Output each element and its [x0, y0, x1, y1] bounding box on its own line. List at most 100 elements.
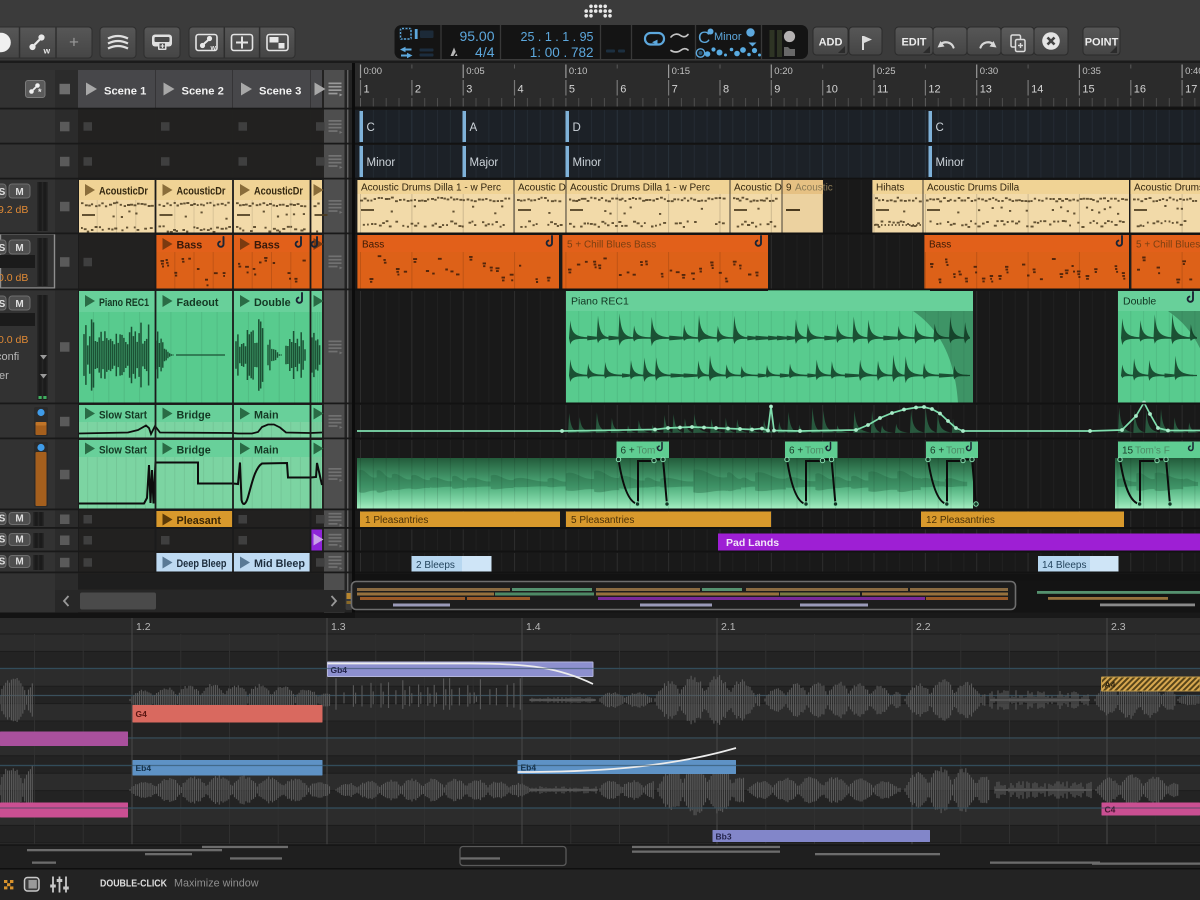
svg-text:Slow Start: Slow Start	[99, 410, 147, 422]
svg-text:Main: Main	[254, 445, 279, 457]
svg-text:G4: G4	[136, 709, 148, 719]
svg-text:5 Pleasantries: 5 Pleasantries	[571, 515, 634, 526]
svg-text:C4: C4	[1105, 805, 1116, 815]
svg-text:17: 17	[1185, 84, 1197, 96]
svg-text:DOUBLE-CLICK: DOUBLE-CLICK	[100, 879, 167, 890]
svg-text:9: 9	[786, 183, 792, 194]
svg-text:M: M	[15, 557, 23, 568]
svg-text:w: w	[43, 46, 51, 56]
svg-text:EDIT: EDIT	[901, 37, 926, 49]
svg-text:M: M	[15, 535, 23, 546]
svg-text:4: 4	[518, 84, 524, 96]
svg-text:A4: A4	[1105, 680, 1116, 690]
svg-text:Minor: Minor	[573, 157, 602, 169]
svg-text:1: 00 . 782: 1: 00 . 782	[530, 45, 594, 60]
svg-text:Acoustic Drums Dilla 1 - w Per: Acoustic Drums Dilla 1 - w Perc	[570, 183, 710, 194]
svg-text:Eb4: Eb4	[136, 763, 152, 773]
svg-text:5 + Chill Blues Bass: 5 + Chill Blues Bass	[567, 240, 656, 251]
svg-text:95.00: 95.00	[459, 28, 494, 44]
svg-text:2: 2	[415, 84, 421, 96]
svg-text:Tom’: Tom’	[637, 446, 658, 457]
svg-text:4/4: 4/4	[475, 44, 495, 60]
svg-text:Piano REC1: Piano REC1	[99, 297, 149, 309]
svg-text:Slow Start: Slow Start	[99, 445, 147, 457]
svg-text:Scene 3: Scene 3	[259, 86, 301, 98]
svg-text:C: C	[936, 122, 944, 134]
svg-text:Eb4: Eb4	[521, 763, 537, 773]
svg-text:Minor: Minor	[714, 31, 742, 43]
svg-text:Acoustic D: Acoustic D	[734, 183, 782, 194]
svg-text:Scene 1: Scene 1	[104, 86, 146, 98]
svg-text:0:00: 0:00	[364, 66, 383, 77]
svg-text:2.3: 2.3	[1111, 621, 1126, 633]
svg-text:1.4: 1.4	[526, 621, 541, 633]
svg-text:6 +: 6 +	[789, 446, 803, 457]
svg-text:Bass: Bass	[177, 240, 203, 252]
svg-text:*: *	[38, 87, 42, 97]
svg-text:2 Bleeps: 2 Bleeps	[416, 560, 455, 571]
svg-text:M: M	[15, 187, 23, 198]
svg-text:Hihats: Hihats	[876, 183, 904, 194]
svg-text:13: 13	[980, 84, 992, 96]
svg-text:6: 6	[620, 84, 626, 96]
svg-text:A: A	[470, 122, 478, 134]
svg-text:16: 16	[1134, 84, 1146, 96]
svg-text:0:20: 0:20	[774, 66, 793, 77]
svg-text:AcousticDr: AcousticDr	[99, 186, 149, 198]
svg-text:S: S	[0, 557, 6, 568]
svg-text:7: 7	[672, 84, 678, 96]
svg-text:ter: ter	[0, 370, 9, 382]
svg-text:Deep Bleep: Deep Bleep	[177, 558, 227, 570]
svg-text:POINT: POINT	[1085, 37, 1119, 49]
svg-text:9: 9	[774, 84, 780, 96]
svg-text:w: w	[210, 45, 217, 52]
svg-text:Double: Double	[254, 297, 291, 309]
svg-text:Acoustic D: Acoustic D	[518, 183, 566, 194]
svg-text:8: 8	[723, 84, 729, 96]
svg-text:1.3: 1.3	[331, 621, 346, 633]
svg-text:C: C	[367, 122, 375, 134]
svg-text:M: M	[15, 514, 23, 525]
svg-text:Bridge: Bridge	[177, 445, 211, 457]
svg-text:S: S	[0, 514, 6, 525]
svg-text:11: 11	[877, 84, 888, 96]
svg-text:Maximize window: Maximize window	[174, 878, 259, 890]
svg-text:Double: Double	[1123, 296, 1156, 308]
svg-text:confi: confi	[0, 351, 19, 363]
svg-text:Acoustic Drums Dilla: Acoustic Drums Dilla	[927, 183, 1020, 194]
svg-text:Acoustic Drums Dilla 1 - w Per: Acoustic Drums Dilla 1 - w Perc	[361, 183, 501, 194]
svg-text:10: 10	[826, 84, 838, 96]
svg-text:D: D	[573, 122, 581, 134]
svg-text:15: 15	[1122, 446, 1134, 457]
svg-text:Bb3: Bb3	[716, 832, 732, 842]
svg-text:0:15: 0:15	[672, 66, 691, 77]
svg-text:S: S	[0, 243, 6, 254]
svg-text:Minor: Minor	[936, 157, 965, 169]
svg-text:1.2: 1.2	[136, 621, 151, 633]
svg-text:Minor: Minor	[367, 157, 396, 169]
svg-text:Pad Lands: Pad Lands	[726, 537, 779, 549]
svg-text:AcousticDr: AcousticDr	[177, 186, 227, 198]
svg-text:14 Bleeps: 14 Bleeps	[1042, 560, 1086, 571]
svg-text:9.2 dB: 9.2 dB	[0, 204, 28, 216]
svg-text:6 +: 6 +	[930, 446, 944, 457]
svg-text:+: +	[69, 33, 79, 52]
svg-text:Bridge: Bridge	[177, 410, 211, 422]
svg-text:Major: Major	[470, 157, 499, 169]
svg-text:0:10: 0:10	[569, 66, 588, 77]
svg-text:1: 1	[364, 84, 370, 96]
svg-text:5: 5	[569, 84, 575, 96]
svg-text:Pleasant: Pleasant	[177, 515, 222, 527]
svg-text:S: S	[0, 187, 6, 198]
svg-text:Acoustic: Acoustic	[795, 183, 833, 194]
svg-text:2.2: 2.2	[916, 621, 931, 633]
svg-text:Main: Main	[254, 410, 279, 422]
svg-text:Tom’s F: Tom’s F	[1135, 446, 1170, 457]
svg-text:Bass: Bass	[362, 240, 384, 251]
svg-text:1 Pleasantries: 1 Pleasantries	[365, 515, 428, 526]
svg-text:0.0 dB: 0.0 dB	[0, 334, 28, 346]
svg-text:Bass: Bass	[254, 240, 280, 252]
svg-text:0:30: 0:30	[980, 66, 999, 77]
svg-text:6 +: 6 +	[621, 446, 635, 457]
svg-text:Mid Bleep: Mid Bleep	[254, 558, 305, 570]
